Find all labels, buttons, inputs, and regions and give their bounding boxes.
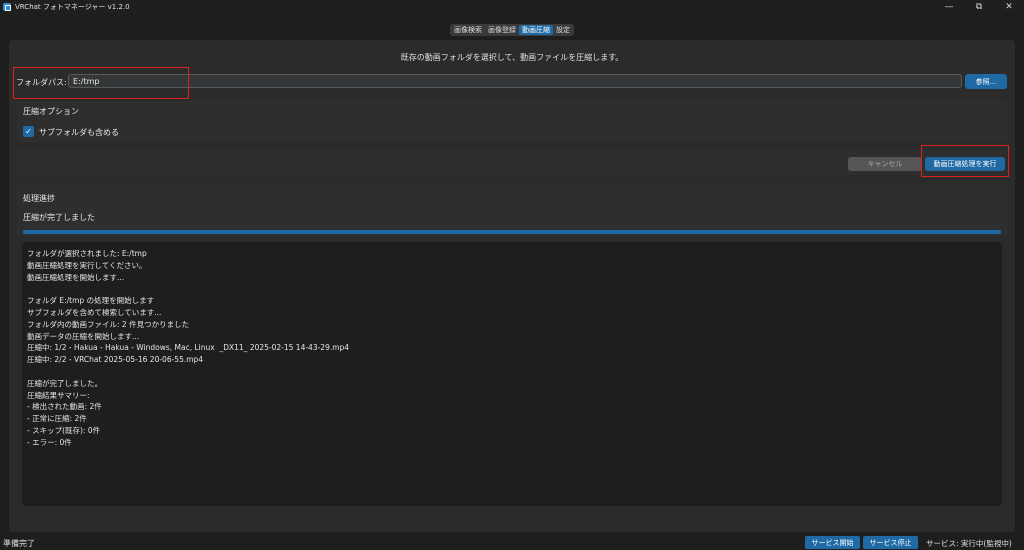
log-line: 圧縮中: 2/2 - VRChat 2025-05-16 20-06-55.mp… bbox=[27, 355, 204, 365]
log-line: 圧縮中: 1/2 - Hakua - Hakua - Windows, Mac,… bbox=[27, 343, 350, 353]
close-icon[interactable]: ✕ bbox=[994, 0, 1024, 14]
log-output[interactable]: フォルダが選択されました: E:/tmp 動画圧縮処理を実行してください。 動画圧縮… bbox=[22, 242, 1002, 506]
folder-path-input[interactable] bbox=[68, 74, 962, 88]
run-highlight-box bbox=[921, 145, 1009, 177]
window-controls: — ⧉ ✕ bbox=[934, 0, 1024, 14]
status-text: 準備完了 bbox=[3, 539, 35, 548]
log-line: 圧縮結果サマリー: bbox=[27, 390, 90, 400]
log-line: - エラー: 0件 bbox=[27, 437, 72, 447]
log-line: 動画圧縮処理を実行してください。 bbox=[27, 260, 147, 270]
log-line: フォルダ E:/tmp の処理を開始します bbox=[27, 296, 155, 306]
log-line: - 正常に圧縮: 2件 bbox=[27, 414, 87, 424]
service-start-button[interactable]: サービス開始 bbox=[805, 536, 860, 549]
log-line: フォルダが選択されました: E:/tmp bbox=[27, 249, 147, 258]
minimize-icon[interactable]: — bbox=[934, 0, 964, 14]
tab-settings[interactable]: 設定 bbox=[553, 25, 573, 35]
service-status-text: サービス: 実行中(監視中) bbox=[926, 539, 1012, 548]
browse-button[interactable]: 参照... bbox=[965, 74, 1007, 89]
log-line: 動画圧縮処理を開始します... bbox=[27, 272, 125, 282]
log-line: 動画データの圧縮を開始します... bbox=[27, 331, 140, 341]
log-line: - スキップ(既存): 0件 bbox=[27, 425, 101, 435]
include-subfolders-label[interactable]: サブフォルダも含める bbox=[39, 127, 119, 138]
service-stop-button[interactable]: サービス停止 bbox=[863, 536, 918, 549]
cancel-button[interactable]: キャンセル bbox=[848, 157, 922, 171]
progress-status: 圧縮が完了しました bbox=[23, 213, 95, 222]
folder-highlight-box bbox=[13, 67, 189, 99]
tab-bar: 画像検索 画像登録 動画圧縮 設定 bbox=[450, 24, 574, 36]
tab-video-compress[interactable]: 動画圧縮 bbox=[519, 25, 553, 35]
progress-title: 処理進捗 bbox=[23, 194, 55, 203]
log-line: フォルダ内の動画ファイル: 2 件見つかりました bbox=[27, 319, 190, 329]
title-bar: VRChat フォトマネージャー v1.2.0 — ⧉ ✕ bbox=[0, 0, 1024, 14]
compression-options-title: 圧縮オプション bbox=[23, 107, 79, 116]
compression-options-section bbox=[17, 101, 1007, 142]
progress-section bbox=[17, 184, 1007, 236]
window-title: VRChat フォトマネージャー v1.2.0 bbox=[15, 3, 130, 11]
log-line: - 検出された動画: 2件 bbox=[27, 402, 102, 412]
tab-image-register[interactable]: 画像登録 bbox=[485, 25, 519, 35]
tab-image-search[interactable]: 画像検索 bbox=[451, 25, 485, 35]
include-subfolders-checkbox[interactable]: ✓ bbox=[23, 126, 34, 137]
page-description: 既存の動画フォルダを選択して、動画ファイルを圧縮します。 bbox=[400, 53, 624, 62]
progress-bar bbox=[23, 230, 1001, 234]
progress-bar-fill bbox=[23, 230, 1001, 234]
app-icon bbox=[3, 3, 11, 11]
log-line: 圧縮が完了しました。 bbox=[27, 378, 102, 388]
maximize-icon[interactable]: ⧉ bbox=[964, 0, 994, 14]
log-line: サブフォルダを含めて検索しています... bbox=[27, 307, 162, 317]
